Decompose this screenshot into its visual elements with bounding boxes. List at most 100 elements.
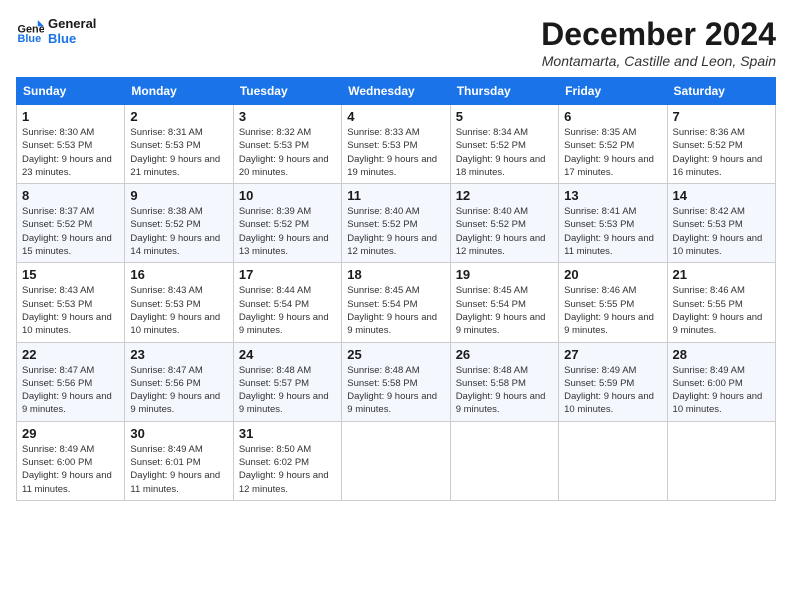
calendar-cell (342, 421, 450, 500)
calendar-cell: 27 Sunrise: 8:49 AMSunset: 5:59 PMDayligh… (559, 342, 667, 421)
day-info: Sunrise: 8:31 AMSunset: 5:53 PMDaylight:… (130, 126, 227, 179)
svg-text:Blue: Blue (18, 33, 42, 45)
calendar-cell: 22 Sunrise: 8:47 AMSunset: 5:56 PMDayligh… (17, 342, 125, 421)
day-number: 10 (239, 188, 336, 203)
day-number: 2 (130, 109, 227, 124)
day-number: 27 (564, 347, 661, 362)
day-header-thursday: Thursday (450, 78, 558, 105)
calendar-cell: 3 Sunrise: 8:32 AMSunset: 5:53 PMDaylight… (233, 105, 341, 184)
logo-blue: Blue (48, 31, 96, 46)
day-number: 4 (347, 109, 444, 124)
calendar-cell: 10 Sunrise: 8:39 AMSunset: 5:52 PMDayligh… (233, 184, 341, 263)
day-number: 22 (22, 347, 119, 362)
title-area: December 2024 Montamarta, Castille and L… (541, 16, 776, 69)
day-info: Sunrise: 8:49 AMSunset: 5:59 PMDaylight:… (564, 364, 661, 417)
calendar-cell: 7 Sunrise: 8:36 AMSunset: 5:52 PMDaylight… (667, 105, 775, 184)
day-number: 7 (673, 109, 770, 124)
calendar-cell: 8 Sunrise: 8:37 AMSunset: 5:52 PMDaylight… (17, 184, 125, 263)
day-info: Sunrise: 8:36 AMSunset: 5:52 PMDaylight:… (673, 126, 770, 179)
day-info: Sunrise: 8:39 AMSunset: 5:52 PMDaylight:… (239, 205, 336, 258)
day-info: Sunrise: 8:41 AMSunset: 5:53 PMDaylight:… (564, 205, 661, 258)
day-number: 26 (456, 347, 553, 362)
day-number: 30 (130, 426, 227, 441)
logo-general: General (48, 16, 96, 31)
day-number: 20 (564, 267, 661, 282)
day-info: Sunrise: 8:32 AMSunset: 5:53 PMDaylight:… (239, 126, 336, 179)
day-info: Sunrise: 8:37 AMSunset: 5:52 PMDaylight:… (22, 205, 119, 258)
day-header-saturday: Saturday (667, 78, 775, 105)
day-info: Sunrise: 8:46 AMSunset: 5:55 PMDaylight:… (564, 284, 661, 337)
day-info: Sunrise: 8:43 AMSunset: 5:53 PMDaylight:… (22, 284, 119, 337)
calendar-cell: 1 Sunrise: 8:30 AMSunset: 5:53 PMDaylight… (17, 105, 125, 184)
day-number: 13 (564, 188, 661, 203)
day-info: Sunrise: 8:45 AMSunset: 5:54 PMDaylight:… (456, 284, 553, 337)
day-header-tuesday: Tuesday (233, 78, 341, 105)
day-info: Sunrise: 8:35 AMSunset: 5:52 PMDaylight:… (564, 126, 661, 179)
day-number: 12 (456, 188, 553, 203)
day-info: Sunrise: 8:40 AMSunset: 5:52 PMDaylight:… (347, 205, 444, 258)
calendar-week-1: 1 Sunrise: 8:30 AMSunset: 5:53 PMDaylight… (17, 105, 776, 184)
calendar-week-2: 8 Sunrise: 8:37 AMSunset: 5:52 PMDaylight… (17, 184, 776, 263)
day-info: Sunrise: 8:50 AMSunset: 6:02 PMDaylight:… (239, 443, 336, 496)
calendar-cell: 30 Sunrise: 8:49 AMSunset: 6:01 PMDayligh… (125, 421, 233, 500)
calendar-cell: 6Sunrise: 8:35 AMSunset: 5:52 PMDaylight… (559, 105, 667, 184)
day-number: 9 (130, 188, 227, 203)
calendar-cell: 20 Sunrise: 8:46 AMSunset: 5:55 PMDayligh… (559, 263, 667, 342)
day-info: Sunrise: 8:30 AMSunset: 5:53 PMDaylight:… (22, 126, 119, 179)
day-number: 29 (22, 426, 119, 441)
day-number: 1 (22, 109, 119, 124)
calendar-cell: 28Sunrise: 8:49 AMSunset: 6:00 PMDayligh… (667, 342, 775, 421)
calendar-cell: 12 Sunrise: 8:40 AMSunset: 5:52 PMDayligh… (450, 184, 558, 263)
calendar-body: 1 Sunrise: 8:30 AMSunset: 5:53 PMDaylight… (17, 105, 776, 501)
day-info: Sunrise: 8:49 AMSunset: 6:01 PMDaylight:… (130, 443, 227, 496)
day-number: 5 (456, 109, 553, 124)
header: General Blue General Blue December 2024 … (16, 16, 776, 69)
calendar-cell: 26 Sunrise: 8:48 AMSunset: 5:58 PMDayligh… (450, 342, 558, 421)
day-info: Sunrise: 8:49 AMSunset: 6:00 PMDaylight:… (673, 364, 770, 417)
day-number: 14 (673, 188, 770, 203)
day-number: 3 (239, 109, 336, 124)
day-info: Sunrise: 8:33 AMSunset: 5:53 PMDaylight:… (347, 126, 444, 179)
day-number: 16 (130, 267, 227, 282)
calendar-cell: 15 Sunrise: 8:43 AMSunset: 5:53 PMDayligh… (17, 263, 125, 342)
day-number: 23 (130, 347, 227, 362)
day-info: Sunrise: 8:42 AMSunset: 5:53 PMDaylight:… (673, 205, 770, 258)
day-header-sunday: Sunday (17, 78, 125, 105)
calendar-cell (667, 421, 775, 500)
calendar-table: SundayMondayTuesdayWednesdayThursdayFrid… (16, 77, 776, 501)
calendar-cell: 21Sunrise: 8:46 AMSunset: 5:55 PMDayligh… (667, 263, 775, 342)
day-info: Sunrise: 8:48 AMSunset: 5:57 PMDaylight:… (239, 364, 336, 417)
calendar-cell: 13 Sunrise: 8:41 AMSunset: 5:53 PMDayligh… (559, 184, 667, 263)
calendar-cell: 5 Sunrise: 8:34 AMSunset: 5:52 PMDaylight… (450, 105, 558, 184)
day-number: 31 (239, 426, 336, 441)
day-info: Sunrise: 8:43 AMSunset: 5:53 PMDaylight:… (130, 284, 227, 337)
day-info: Sunrise: 8:40 AMSunset: 5:52 PMDaylight:… (456, 205, 553, 258)
location-subtitle: Montamarta, Castille and Leon, Spain (541, 53, 776, 69)
day-number: 11 (347, 188, 444, 203)
calendar-week-5: 29Sunrise: 8:49 AMSunset: 6:00 PMDayligh… (17, 421, 776, 500)
calendar-cell: 14 Sunrise: 8:42 AMSunset: 5:53 PMDayligh… (667, 184, 775, 263)
calendar-week-4: 22 Sunrise: 8:47 AMSunset: 5:56 PMDayligh… (17, 342, 776, 421)
day-number: 19 (456, 267, 553, 282)
calendar-cell: 4 Sunrise: 8:33 AMSunset: 5:53 PMDaylight… (342, 105, 450, 184)
day-info: Sunrise: 8:34 AMSunset: 5:52 PMDaylight:… (456, 126, 553, 179)
day-number: 8 (22, 188, 119, 203)
calendar-week-3: 15 Sunrise: 8:43 AMSunset: 5:53 PMDayligh… (17, 263, 776, 342)
day-number: 21 (673, 267, 770, 282)
calendar-cell: 23Sunrise: 8:47 AMSunset: 5:56 PMDayligh… (125, 342, 233, 421)
calendar-cell: 19 Sunrise: 8:45 AMSunset: 5:54 PMDayligh… (450, 263, 558, 342)
day-number: 17 (239, 267, 336, 282)
month-title: December 2024 (541, 16, 776, 53)
calendar-cell: 11 Sunrise: 8:40 AMSunset: 5:52 PMDayligh… (342, 184, 450, 263)
day-number: 15 (22, 267, 119, 282)
day-info: Sunrise: 8:47 AMSunset: 5:56 PMDaylight:… (22, 364, 119, 417)
day-number: 24 (239, 347, 336, 362)
logo: General Blue General Blue (16, 16, 96, 46)
day-info: Sunrise: 8:48 AMSunset: 5:58 PMDaylight:… (456, 364, 553, 417)
calendar-cell: 9Sunrise: 8:38 AMSunset: 5:52 PMDaylight… (125, 184, 233, 263)
day-number: 25 (347, 347, 444, 362)
calendar-cell (559, 421, 667, 500)
calendar-cell: 31 Sunrise: 8:50 AMSunset: 6:02 PMDayligh… (233, 421, 341, 500)
calendar-cell: 2 Sunrise: 8:31 AMSunset: 5:53 PMDaylight… (125, 105, 233, 184)
calendar-header-row: SundayMondayTuesdayWednesdayThursdayFrid… (17, 78, 776, 105)
